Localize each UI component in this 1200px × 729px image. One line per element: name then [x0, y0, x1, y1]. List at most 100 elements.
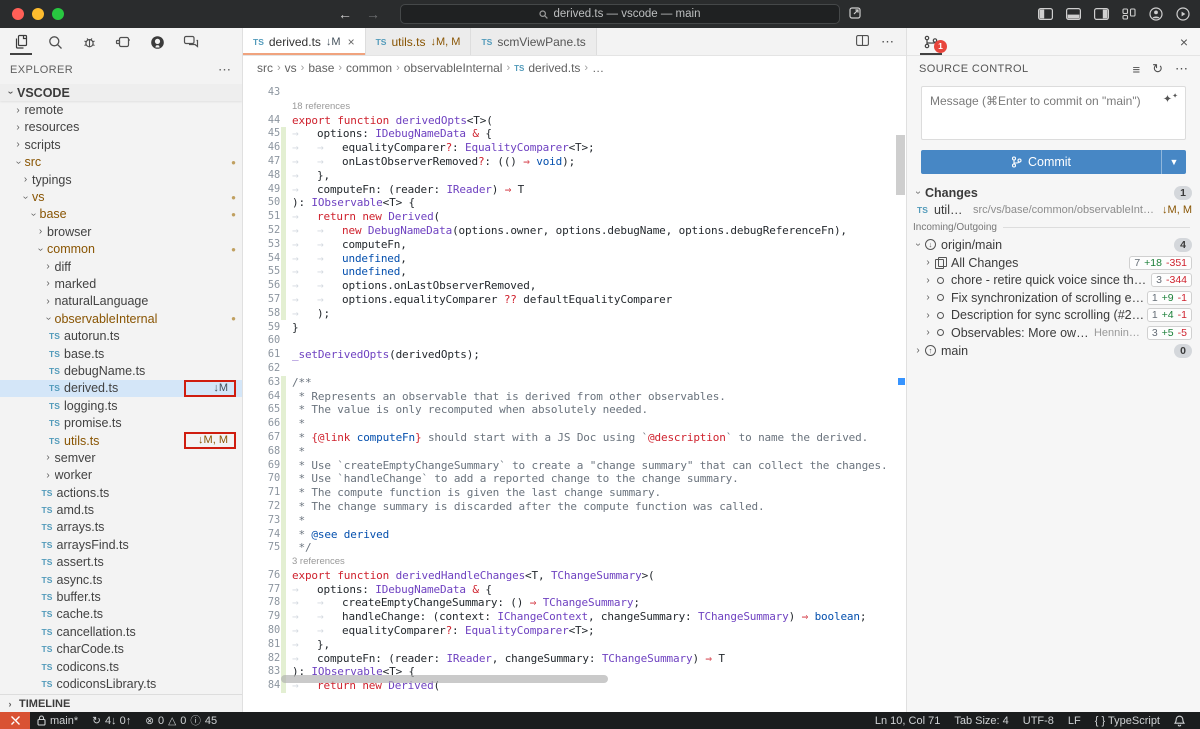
breadcrumb-item[interactable]: base	[308, 61, 334, 75]
file-tree-item[interactable]: ›base●	[0, 206, 242, 223]
file-tree-item[interactable]: ›diff	[0, 258, 242, 275]
navigate-forward-button[interactable]: →	[366, 6, 380, 22]
cursor-position-status[interactable]: Ln 10, Col 71	[868, 712, 947, 729]
file-tree-item[interactable]: TSbase.ts	[0, 345, 242, 362]
file-tree-item[interactable]: ›vs●	[0, 188, 242, 205]
horizontal-scrollbar[interactable]	[281, 675, 608, 683]
file-tree-item[interactable]: ›worker	[0, 467, 242, 484]
breadcrumb-item[interactable]: vs	[285, 61, 297, 75]
commit-row[interactable]: ›Description for sync scrolling (#2090…1…	[907, 307, 1200, 325]
close-panel-icon[interactable]: ×	[1180, 34, 1188, 50]
breadcrumb-item[interactable]: derived.ts	[528, 61, 580, 75]
close-window-button[interactable]	[12, 8, 24, 20]
breadcrumb-item[interactable]: …	[592, 61, 604, 75]
file-tree-item[interactable]: TSlogging.ts	[0, 397, 242, 414]
file-tree-item[interactable]: TScharCode.ts	[0, 641, 242, 658]
navigate-back-button[interactable]: ←	[338, 6, 352, 22]
git-sync-status[interactable]: ↻ 4↓ 0↑	[85, 712, 138, 729]
file-tree-item[interactable]: TSactions.ts	[0, 484, 242, 501]
github-icon[interactable]	[142, 29, 172, 55]
changes-section-header[interactable]: › Changes 1	[907, 184, 1200, 202]
file-tree-item[interactable]: ›resources	[0, 119, 242, 136]
tab-size-status[interactable]: Tab Size: 4	[947, 712, 1015, 729]
changed-file-row[interactable]: TS utils.ts src/vs/base/common/observabl…	[907, 202, 1200, 220]
toggle-right-sidebar-icon[interactable]	[1094, 8, 1109, 20]
bug-icon[interactable]	[74, 29, 104, 55]
file-tree-item[interactable]: ›common●	[0, 241, 242, 258]
comments-icon[interactable]	[176, 29, 206, 55]
file-tree-item[interactable]: TScancellation.ts	[0, 623, 242, 640]
commit-dropdown-chevron[interactable]: ▼	[1161, 150, 1186, 174]
extensions-icon[interactable]	[108, 29, 138, 55]
scm-more-actions-icon[interactable]: ⋯	[1175, 61, 1188, 77]
file-tree-item[interactable]: ›observableInternal●	[0, 310, 242, 327]
zoom-window-button[interactable]	[52, 8, 64, 20]
copilot-sparkle-icon[interactable]: ✦✦	[1163, 92, 1178, 106]
command-center-search[interactable]: derived.ts — vscode — main	[400, 4, 840, 24]
problems-status[interactable]: ⊗0 △0 ⓘ45	[138, 712, 224, 729]
close-tab-icon[interactable]: ×	[348, 35, 355, 49]
file-tree-item[interactable]: TSasync.ts	[0, 571, 242, 588]
editor-more-actions-icon[interactable]: ⋯	[881, 34, 894, 50]
editor-tab[interactable]: TSutils.ts↓M, M	[366, 28, 472, 55]
view-as-list-icon[interactable]: ≡	[1133, 62, 1141, 77]
breadcrumb[interactable]: src›vs›base›common›observableInternal›TS…	[243, 56, 906, 80]
file-tree-item[interactable]: ›scripts	[0, 136, 242, 153]
breadcrumb-item[interactable]: observableInternal	[404, 61, 503, 75]
toggle-left-sidebar-icon[interactable]	[1038, 8, 1053, 20]
file-tree-item[interactable]: ›naturalLanguage	[0, 293, 242, 310]
file-tree-item[interactable]: ›browser	[0, 223, 242, 240]
explorer-more-actions-icon[interactable]: ⋯	[218, 62, 232, 78]
incoming-group-row[interactable]: › ↓ origin/main 4	[907, 236, 1200, 254]
file-tree-item[interactable]: TSautorun.ts	[0, 327, 242, 344]
file-tree-item[interactable]: TSarrays.ts	[0, 519, 242, 536]
eol-status[interactable]: LF	[1061, 712, 1088, 729]
commit-row[interactable]: ›chore - retire quick voice since there …	[907, 271, 1200, 289]
explorer-icon[interactable]	[6, 29, 36, 55]
editor-tab[interactable]: TSderived.ts↓M×	[243, 28, 366, 55]
file-tree-item[interactable]: ›semver	[0, 449, 242, 466]
breadcrumb-item[interactable]: src	[257, 61, 273, 75]
refresh-icon[interactable]: ↻	[1152, 61, 1163, 77]
code-editor[interactable]: 4318 references44export function derived…	[243, 80, 906, 712]
file-tree-item[interactable]: TSarraysFind.ts	[0, 536, 242, 553]
file-tree-item[interactable]: ›remote	[0, 101, 242, 118]
file-tree-item[interactable]: TScodicons.ts	[0, 658, 242, 675]
language-mode-status[interactable]: { } TypeScript	[1088, 712, 1167, 729]
toggle-panel-icon[interactable]	[1066, 8, 1081, 20]
file-tree-item[interactable]: TSamd.ts	[0, 501, 242, 518]
account-icon[interactable]	[1149, 7, 1163, 21]
file-tree-item[interactable]: TScache.ts	[0, 606, 242, 623]
editor-tab[interactable]: TSscmViewPane.ts	[471, 28, 596, 55]
minimize-window-button[interactable]	[32, 8, 44, 20]
open-external-icon[interactable]	[848, 6, 862, 23]
file-tree-item[interactable]: TSdebugName.ts	[0, 362, 242, 379]
search-icon[interactable]	[40, 29, 70, 55]
file-tree-item[interactable]: TSpromise.ts	[0, 414, 242, 431]
file-tree-item[interactable]: TSderived.ts↓M	[0, 380, 242, 397]
split-editor-icon[interactable]	[856, 34, 869, 49]
vertical-scrollbar[interactable]	[896, 135, 905, 195]
file-tree-item[interactable]: ›typings	[0, 171, 242, 188]
breadcrumb-item[interactable]: common	[346, 61, 392, 75]
notifications-bell-icon[interactable]	[1167, 712, 1192, 729]
play-circle-icon[interactable]	[1176, 7, 1190, 21]
file-tree-item[interactable]: TScodiconsLibrary.ts	[0, 675, 242, 692]
file-tree-item[interactable]: TSassert.ts	[0, 554, 242, 571]
file-tree-item[interactable]: TSutils.ts↓M, M	[0, 432, 242, 449]
timeline-section[interactable]: › TIMELINE	[0, 694, 242, 712]
remote-indicator[interactable]	[0, 712, 30, 729]
source-control-tab-icon[interactable]: 1	[919, 29, 943, 55]
codelens-row[interactable]: 3 references	[243, 555, 906, 569]
git-branch-status[interactable]: main*	[30, 712, 85, 729]
commit-button[interactable]: Commit ▼	[921, 150, 1186, 174]
customize-layout-icon[interactable]	[1122, 8, 1136, 20]
codelens-row[interactable]: 18 references	[243, 100, 906, 114]
file-tree-item[interactable]: TSbuffer.ts	[0, 588, 242, 605]
outgoing-group-row[interactable]: › ↑ main 0	[907, 342, 1200, 360]
file-tree-item[interactable]: ›marked	[0, 275, 242, 292]
commit-message-input[interactable]: Message (⌘Enter to commit on "main") ✦✦	[921, 86, 1186, 140]
commit-row[interactable]: ›Fix synchronization of scrolling event …	[907, 289, 1200, 307]
file-tree-item[interactable]: ›src●	[0, 154, 242, 171]
encoding-status[interactable]: UTF-8	[1016, 712, 1061, 729]
